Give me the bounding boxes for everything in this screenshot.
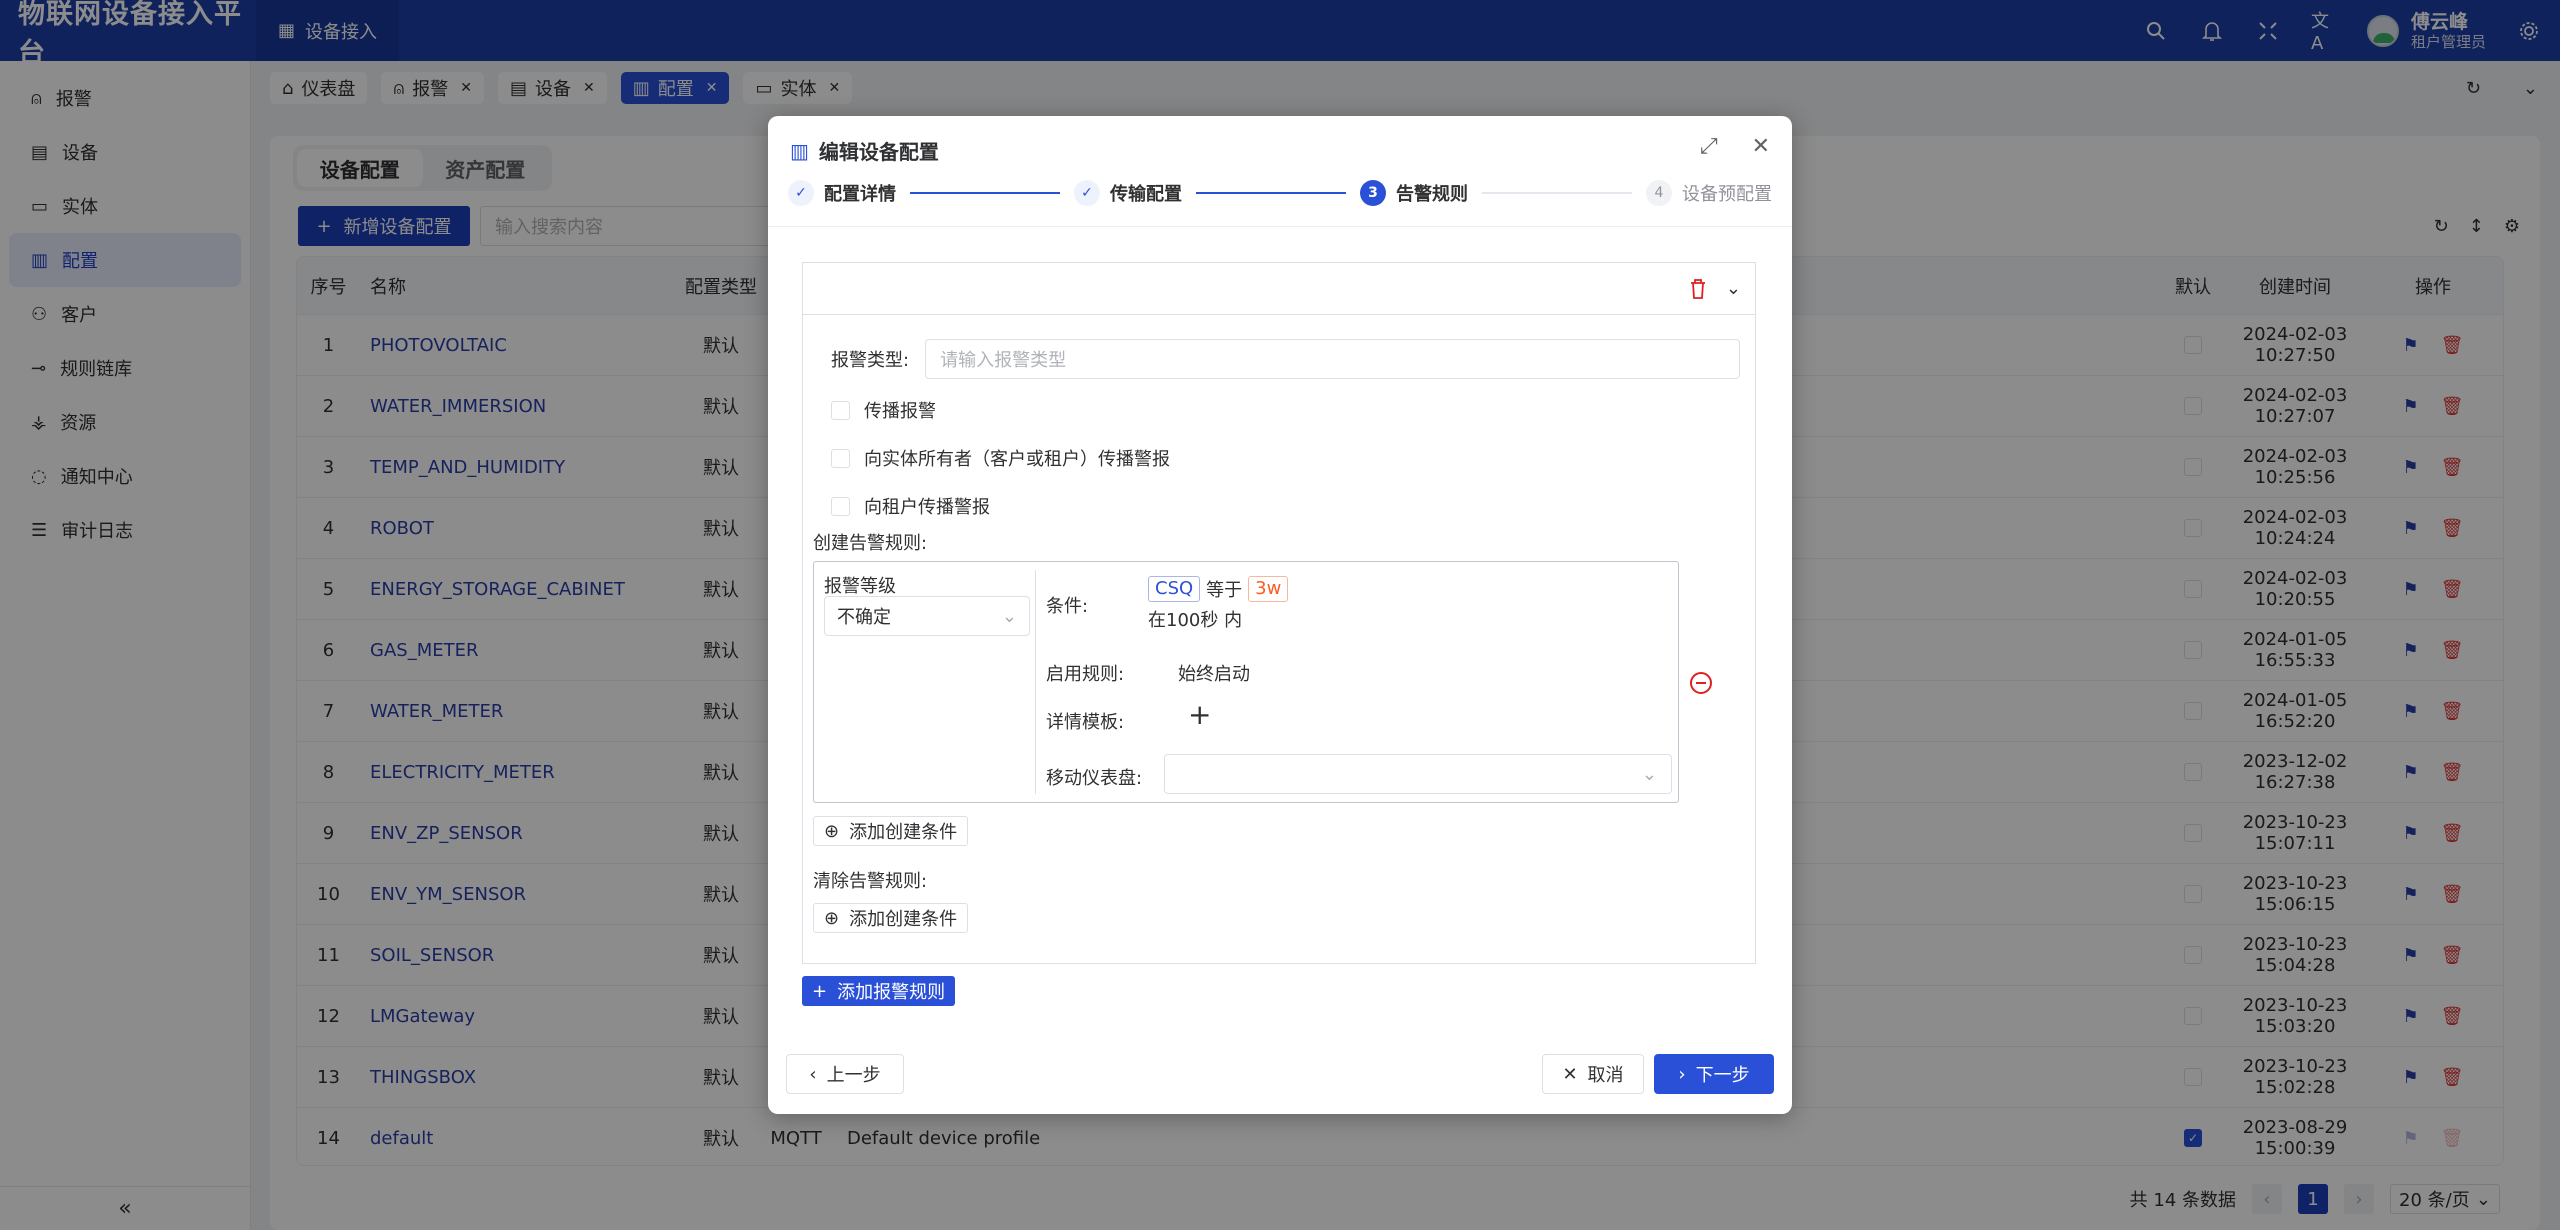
plus-circle-icon: ⊕ <box>824 820 840 842</box>
plus-circle-icon: ⊕ <box>824 907 840 929</box>
propagate-to-tenant-checkbox[interactable]: 向租户传播警报 <box>831 493 990 519</box>
condition-operator: 等于 <box>1206 580 1243 601</box>
checkbox-label: 传播报警 <box>864 401 936 422</box>
add-alarm-rule-button[interactable]: + 添加报警规则 <box>802 976 956 1006</box>
mobile-dashboard-select[interactable]: ⌄ <box>1164 754 1672 794</box>
step-connector <box>1482 192 1632 194</box>
step-connector <box>910 192 1060 194</box>
step-label: 传输配置 <box>1110 184 1182 205</box>
check-icon: ✓ <box>1074 180 1100 206</box>
severity-select[interactable]: 不确定 ⌄ <box>824 596 1030 636</box>
step-connector <box>1196 192 1346 194</box>
close-icon[interactable]: ✕ <box>1752 134 1770 159</box>
severity-value: 不确定 <box>837 607 891 628</box>
create-rules-label: 创建告警规则: <box>813 533 928 554</box>
button-label: 添加创建条件 <box>849 909 958 930</box>
edit-device-profile-dialog: ▥ 编辑设备配置 ⤢ ✕ ✓ 配置详情 ✓ 传输配置 3 告警规则 4 设备预配置 ⌄ 报警… <box>768 116 1792 1114</box>
step-number: 3 <box>1360 180 1386 206</box>
next-step-button[interactable]: › 下一步 <box>1654 1054 1774 1094</box>
plus-icon: + <box>812 980 828 1002</box>
trash-icon[interactable] <box>1688 278 1708 300</box>
close-icon: ✕ <box>1562 1063 1578 1085</box>
condition-key-tag: CSQ <box>1148 576 1201 602</box>
checkbox-label: 向实体所有者（客户或租户）传播警报 <box>864 449 1170 470</box>
button-label: 下一步 <box>1695 1065 1750 1086</box>
alarm-type-placeholder: 请输入报警类型 <box>940 350 1067 371</box>
mobile-dashboard-label: 移动仪表盘: <box>1046 768 1143 789</box>
condition-value-tag: 3w <box>1248 576 1289 602</box>
step-label: 配置详情 <box>824 184 896 205</box>
profile-icon: ▥ <box>790 138 809 163</box>
check-icon: ✓ <box>788 180 814 206</box>
severity-label: 报警等级 <box>824 576 896 597</box>
chevron-left-icon: ‹ <box>809 1063 817 1085</box>
maximize-icon[interactable]: ⤢ <box>1700 134 1718 159</box>
remove-condition-icon[interactable] <box>1689 671 1713 700</box>
alarm-type-input[interactable]: 请输入报警类型 <box>925 339 1741 379</box>
prev-step-button[interactable]: ‹ 上一步 <box>786 1054 904 1094</box>
details-template-label: 详情模板: <box>1046 712 1125 733</box>
step-provisioning[interactable]: 4 设备预配置 <box>1646 180 1772 206</box>
button-label: 添加报警规则 <box>837 982 946 1003</box>
chevron-right-icon: › <box>1678 1063 1686 1085</box>
button-label: 取消 <box>1587 1065 1624 1086</box>
enable-rule-label: 启用规则: <box>1046 664 1125 685</box>
propagate-alarm-checkbox[interactable]: 传播报警 <box>831 397 936 423</box>
chevron-down-icon: ⌄ <box>1641 763 1657 785</box>
checkbox[interactable] <box>831 448 850 468</box>
create-condition-card: 报警等级 不确定 ⌄ 条件: CSQ 等于 3w 在100秒 内 启用规则: 始终… <box>813 561 1679 803</box>
button-label: 上一步 <box>826 1065 881 1086</box>
condition-duration: 在100秒 内 <box>1148 610 1243 631</box>
alarm-type-label: 报警类型: <box>831 350 910 371</box>
divider <box>768 226 1792 227</box>
checkbox[interactable] <box>831 400 850 420</box>
chevron-down-icon[interactable]: ⌄ <box>1726 278 1741 299</box>
dialog-title: 编辑设备配置 <box>818 140 939 164</box>
stepper: ✓ 配置详情 ✓ 传输配置 3 告警规则 4 设备预配置 <box>788 178 1772 208</box>
condition-expression[interactable]: CSQ 等于 3w <box>1148 576 1289 602</box>
add-clear-condition-button[interactable]: ⊕ 添加创建条件 <box>813 903 969 933</box>
propagate-to-owner-checkbox[interactable]: 向实体所有者（客户或租户）传播警报 <box>831 445 1170 471</box>
alarm-rule-panel: ⌄ 报警类型: 请输入报警类型 传播报警 向实体所有者（客户或租户）传播警报 向… <box>802 262 1756 964</box>
step-alarm-rules[interactable]: 3 告警规则 <box>1360 180 1468 206</box>
step-label: 设备预配置 <box>1682 184 1772 205</box>
step-transport[interactable]: ✓ 传输配置 <box>1074 180 1182 206</box>
cancel-button[interactable]: ✕ 取消 <box>1542 1054 1644 1094</box>
button-label: 添加创建条件 <box>849 822 958 843</box>
step-label: 告警规则 <box>1396 184 1468 205</box>
condition-label: 条件: <box>1046 596 1089 617</box>
enable-rule-value[interactable]: 始终启动 <box>1178 660 1250 686</box>
step-number: 4 <box>1646 180 1672 206</box>
clear-rules-label: 清除告警规则: <box>813 871 928 892</box>
divider <box>1035 570 1036 794</box>
checkbox-label: 向租户传播警报 <box>864 497 990 518</box>
chevron-down-icon: ⌄ <box>1001 605 1017 627</box>
step-profile-details[interactable]: ✓ 配置详情 <box>788 180 896 206</box>
add-create-condition-button[interactable]: ⊕ 添加创建条件 <box>813 816 969 846</box>
checkbox[interactable] <box>831 496 850 516</box>
plus-icon[interactable]: + <box>1188 698 1211 731</box>
